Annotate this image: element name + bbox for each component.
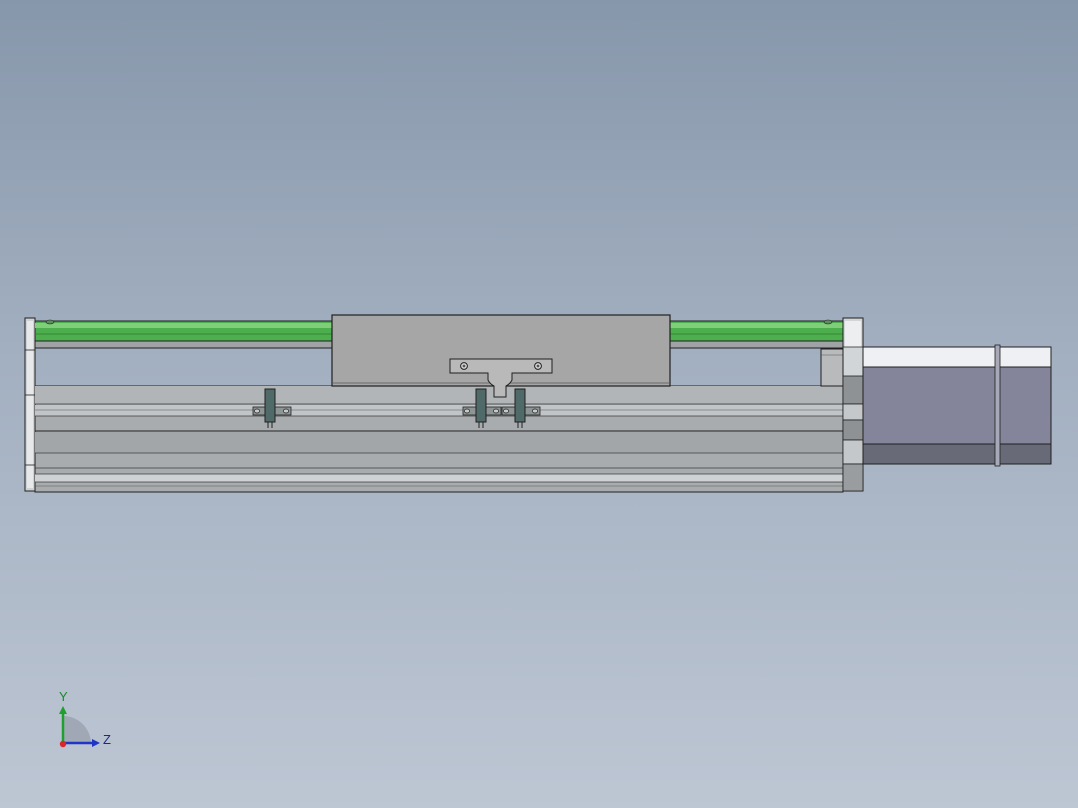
coordinate-triad: Y Z: [59, 689, 111, 748]
x-axis-dot: [59, 740, 67, 748]
stepper-motor[interactable]: [862, 344, 1052, 467]
left-end-cap: [24, 317, 36, 492]
triad-plane-quadrant: [63, 716, 91, 743]
carriage-block[interactable]: [331, 314, 671, 398]
linear-module-assembly[interactable]: [24, 314, 1052, 493]
motor-side-support: [820, 348, 844, 387]
z-axis-label: Z: [103, 732, 111, 747]
y-axis-label: Y: [59, 689, 68, 704]
profile-body: [34, 385, 844, 493]
cad-viewport[interactable]: Y Z: [0, 0, 1078, 808]
right-end-cap: [842, 317, 864, 492]
